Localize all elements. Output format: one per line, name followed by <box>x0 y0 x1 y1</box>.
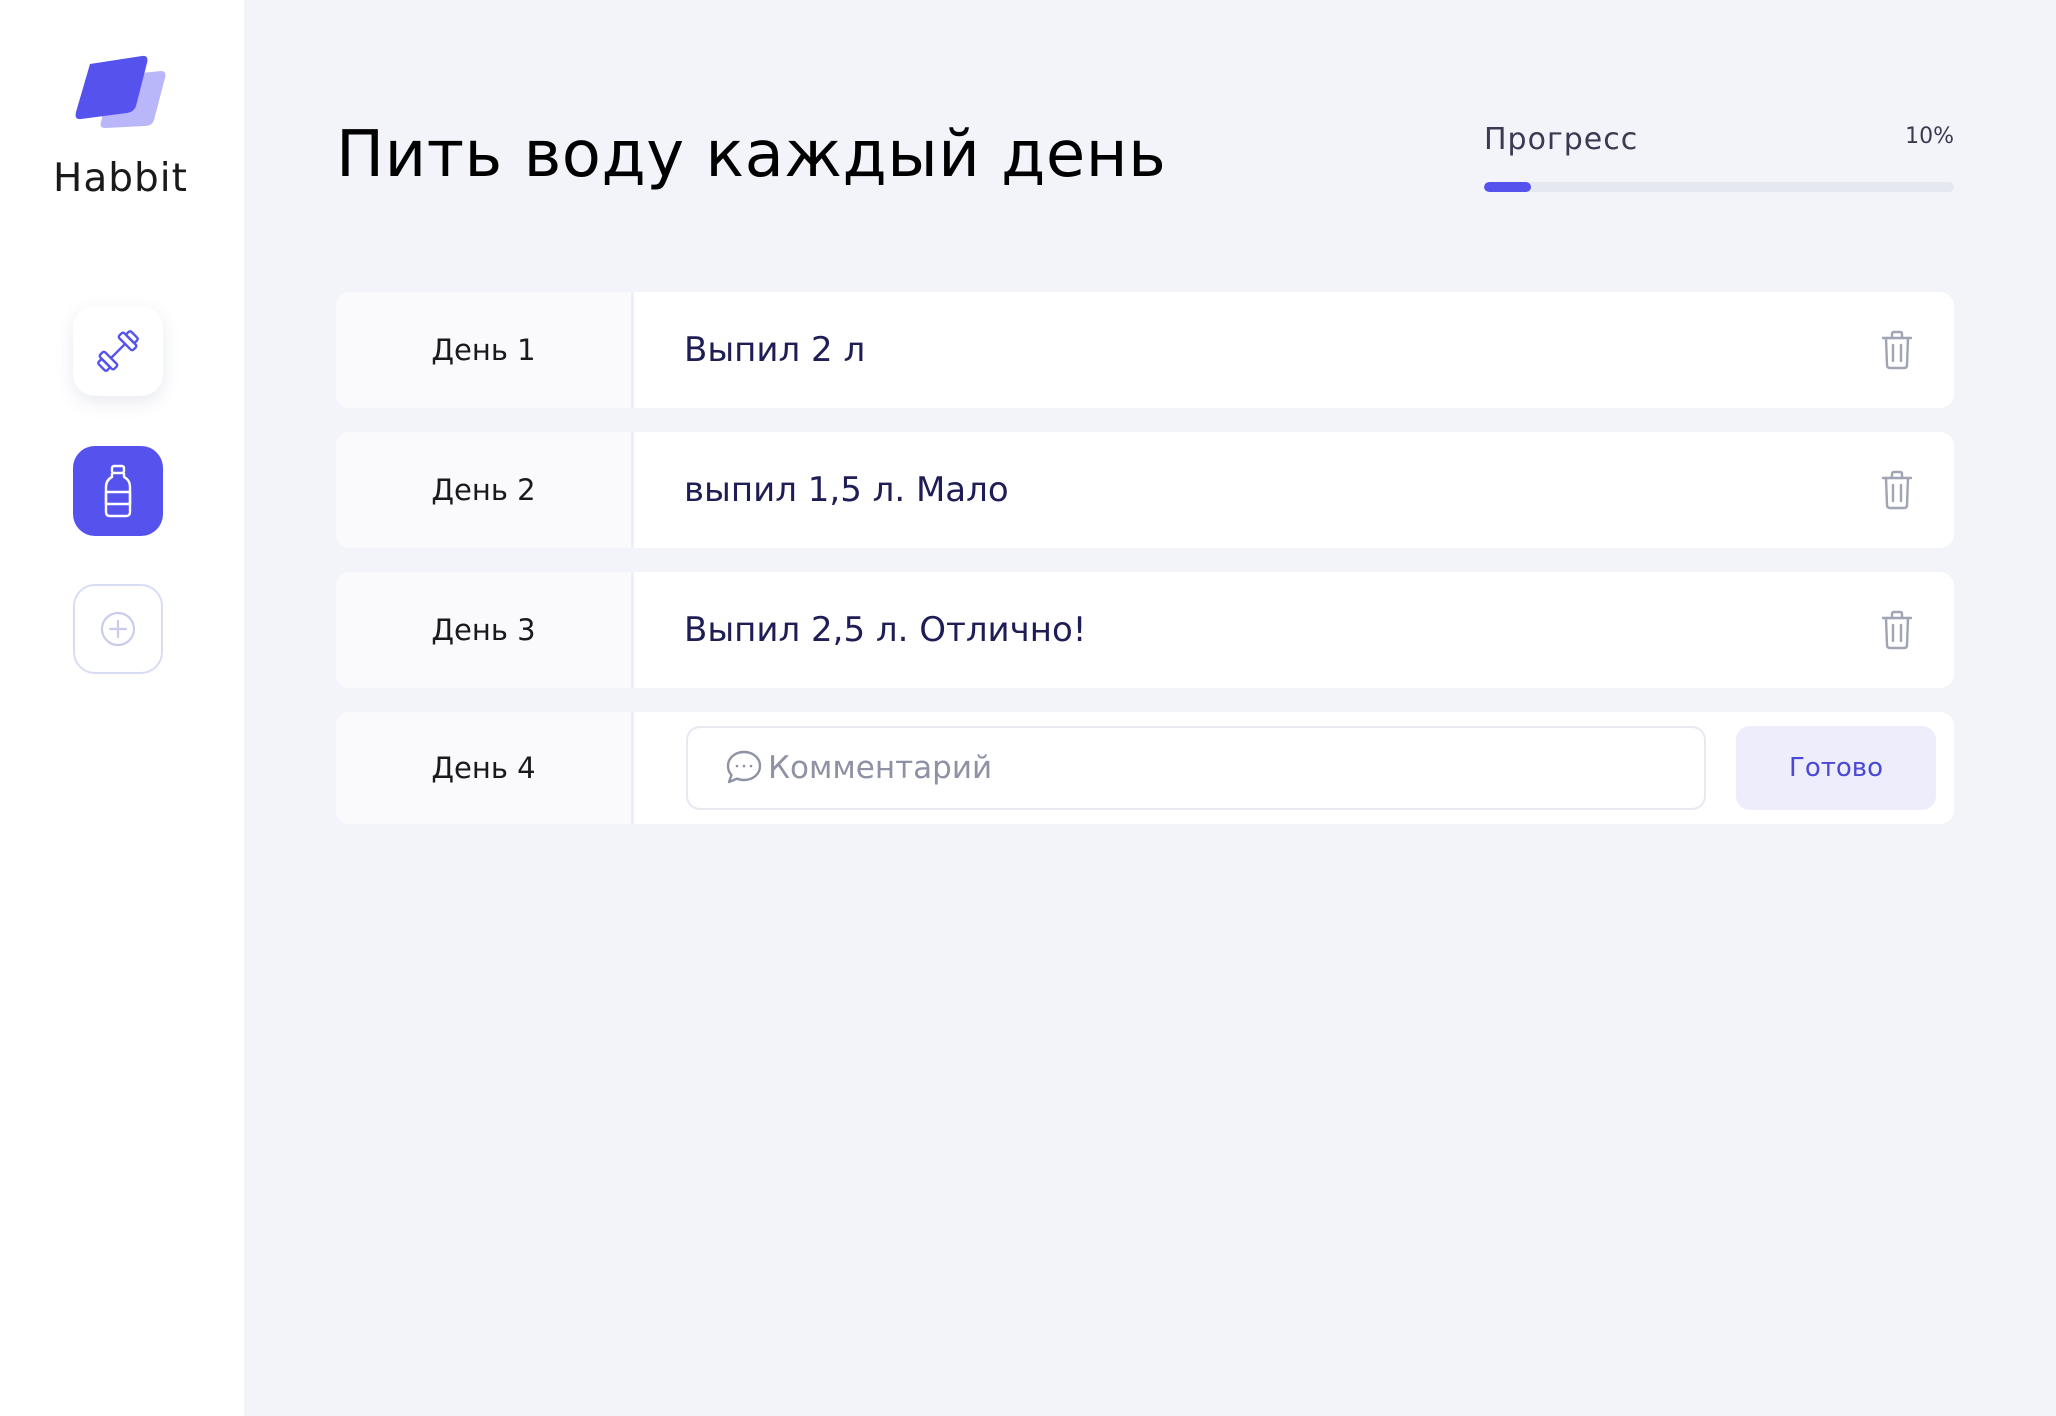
trash-icon[interactable] <box>1880 610 1914 650</box>
main-content: Пить воду каждый день Прогресс 10% День … <box>244 0 2056 1416</box>
entries-list: День 1 Выпил 2 л День 2 выпил 1,5 л. Мал… <box>336 292 1954 848</box>
trash-icon[interactable] <box>1880 470 1914 510</box>
page-title: Пить воду каждый день <box>336 118 1167 192</box>
bottle-icon <box>104 464 132 518</box>
day-label: День 1 <box>336 292 634 408</box>
progress-block: Прогресс 10% <box>1484 122 1954 192</box>
logo-icon <box>75 55 166 128</box>
comment-field[interactable] <box>686 726 1706 810</box>
day-label: День 3 <box>336 572 634 688</box>
speech-bubble-icon <box>726 750 762 784</box>
progress-bar <box>1484 182 1954 192</box>
trash-icon[interactable] <box>1880 330 1914 370</box>
day-label: День 2 <box>336 432 634 548</box>
entry-comment: Выпил 2,5 л. Отлично! <box>684 610 1087 650</box>
plus-circle-icon <box>100 611 136 647</box>
list-item: День 1 Выпил 2 л <box>336 292 1954 408</box>
list-item: День 3 Выпил 2,5 л. Отлично! <box>336 572 1954 688</box>
dumbbell-icon <box>97 330 139 372</box>
app-name: Habbit <box>53 156 188 201</box>
done-button[interactable]: Готово <box>1736 726 1936 810</box>
entry-comment: Выпил 2 л <box>684 330 866 370</box>
progress-value: 10% <box>1905 124 1954 149</box>
sidebar-item-water[interactable] <box>73 446 163 536</box>
list-item: День 2 выпил 1,5 л. Мало <box>336 432 1954 548</box>
entry-comment: выпил 1,5 л. Мало <box>684 470 1009 510</box>
add-habit-button[interactable] <box>73 584 163 674</box>
progress-bar-fill <box>1484 182 1531 192</box>
sidebar: Habbit <box>0 0 244 1416</box>
comment-input[interactable] <box>768 750 1668 786</box>
new-entry-row: День 4 Готово <box>336 712 1954 824</box>
day-label: День 4 <box>336 712 634 824</box>
progress-label: Прогресс <box>1484 122 1639 157</box>
sidebar-item-workout[interactable] <box>73 306 163 396</box>
